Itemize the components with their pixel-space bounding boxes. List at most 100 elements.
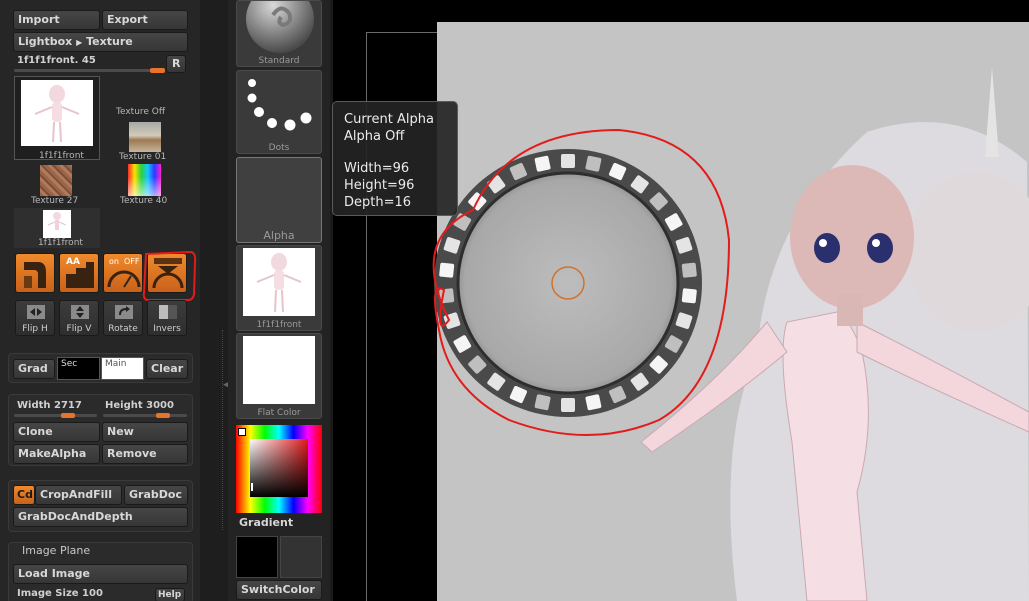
height-value: 3000 xyxy=(146,400,174,411)
current-alpha-tooltip: Current Alpha Alpha Off Width=96 Height=… xyxy=(332,101,458,216)
character-mini-icon xyxy=(47,212,67,230)
texture-mode-button[interactable] xyxy=(15,253,55,293)
on-off-toggle-button[interactable]: on OFF xyxy=(103,253,143,293)
texture-preview-image xyxy=(21,80,93,146)
primary-color-box[interactable] xyxy=(280,536,322,578)
alpha-option-icon[interactable] xyxy=(534,155,551,172)
remove-button[interactable]: Remove xyxy=(102,444,188,464)
alpha-ring-center[interactable] xyxy=(456,171,680,395)
alpha-option-icon[interactable] xyxy=(681,262,697,278)
divider-grip[interactable] xyxy=(222,330,226,530)
tooltip-width: Width=96 xyxy=(344,161,410,176)
color-picker-ring[interactable] xyxy=(236,425,322,513)
antialias-button[interactable]: AA xyxy=(59,253,99,293)
invert-icon xyxy=(159,305,177,319)
import-button[interactable]: Import xyxy=(13,10,100,30)
grabdocanddepth-button[interactable]: GrabDocAndDepth xyxy=(13,507,188,527)
texture-off-caption[interactable]: Texture Off xyxy=(116,107,165,117)
texture-slider-knob[interactable] xyxy=(150,68,165,73)
alpha-option-icon[interactable] xyxy=(585,394,602,411)
flat-color-swatch xyxy=(243,336,315,404)
image-plane-title[interactable]: Image Plane xyxy=(22,544,90,557)
rotate-icon xyxy=(115,305,133,319)
switchcolor-button[interactable]: SwitchColor xyxy=(236,580,322,600)
alpha-option-icon[interactable] xyxy=(681,288,697,304)
sec-label: Sec xyxy=(61,359,78,369)
alpha-caption: Alpha xyxy=(263,229,295,242)
gradient-label[interactable]: Gradient xyxy=(239,516,293,529)
tooltip-height: Height=96 xyxy=(344,178,415,193)
texture-slot-caption: 1f1f1front xyxy=(256,320,302,330)
reset-button[interactable]: R xyxy=(166,55,186,73)
arrow-right-icon: ▶ xyxy=(76,38,83,47)
alpha-ring-selector[interactable] xyxy=(429,120,809,460)
flip-v-caption: Flip V xyxy=(66,324,92,334)
texture-slider-track[interactable] xyxy=(14,69,164,72)
width-slider-track[interactable] xyxy=(14,414,97,417)
main-color-swatch[interactable]: Main xyxy=(101,357,144,380)
texture-history-thumb[interactable]: 1f1f1front xyxy=(14,208,100,248)
current-texture-thumb[interactable]: 1f1f1front xyxy=(14,76,100,160)
tooltip-state: Alpha Off xyxy=(344,129,405,144)
texture-mode-icon xyxy=(24,262,46,288)
material-caption: Flat Color xyxy=(257,408,301,418)
flip-h-button[interactable]: Flip H xyxy=(15,300,55,336)
grad-button[interactable]: Grad xyxy=(13,359,55,379)
height-slider-knob[interactable] xyxy=(155,413,170,418)
stroke-slot[interactable]: Dots xyxy=(236,70,322,154)
brush-caption: Standard xyxy=(258,56,300,66)
document-canvas[interactable] xyxy=(333,0,1029,601)
height-slider-track[interactable] xyxy=(103,414,187,417)
export-button[interactable]: Export xyxy=(102,10,188,30)
flip-v-icon xyxy=(71,305,89,319)
brush-palette: Standard Dots Alpha 1f1f1front Flat Colo… xyxy=(228,0,330,601)
hue-marker-icon[interactable] xyxy=(238,428,246,436)
grabdoc-button[interactable]: GrabDoc xyxy=(124,485,188,505)
off-label: OFF xyxy=(124,257,140,266)
alpha-slot[interactable]: Alpha xyxy=(236,157,322,243)
flip-v-button[interactable]: Flip V xyxy=(59,300,99,336)
texture-history-preview xyxy=(43,210,71,238)
red-annotation-box xyxy=(142,250,197,302)
height-field[interactable]: Height 3000 xyxy=(105,400,174,411)
texture-27-thumb[interactable] xyxy=(40,165,72,196)
color-picker-square[interactable] xyxy=(250,439,308,497)
invert-button[interactable]: Invers xyxy=(147,300,187,336)
secondary-color-box[interactable] xyxy=(236,536,278,578)
width-field[interactable]: Width 2717 xyxy=(17,400,82,411)
cropandfill-button[interactable]: CropAndFill xyxy=(35,485,122,505)
current-texture-name: 1f1f1front. 45 xyxy=(17,55,96,66)
new-button[interactable]: New xyxy=(102,422,188,442)
character-preview-icon xyxy=(256,253,302,313)
secondary-color-swatch[interactable]: Sec xyxy=(57,357,100,380)
cd-toggle[interactable]: Cd xyxy=(13,485,35,505)
invert-caption: Invers xyxy=(153,324,181,334)
makealpha-button[interactable]: MakeAlpha xyxy=(13,444,100,464)
help-button[interactable]: Help xyxy=(155,588,185,601)
brush-slot[interactable]: Standard xyxy=(236,0,322,67)
saturation-marker-icon[interactable] xyxy=(251,483,253,491)
texture-slot[interactable]: 1f1f1front xyxy=(236,245,322,331)
alpha-option-icon[interactable] xyxy=(561,154,575,168)
width-slider-knob[interactable] xyxy=(60,413,75,418)
character-preview-icon xyxy=(34,85,80,143)
alpha-option-icon[interactable] xyxy=(439,262,455,278)
texture-40-thumb[interactable] xyxy=(128,164,161,196)
clear-button[interactable]: Clear xyxy=(146,359,188,379)
stroke-caption: Dots xyxy=(268,143,290,153)
material-slot[interactable]: Flat Color xyxy=(236,333,322,419)
lightbox-texture-button[interactable]: Lightbox ▶ Texture xyxy=(13,32,188,52)
texture-01-thumb[interactable] xyxy=(129,122,161,152)
clone-button[interactable]: Clone xyxy=(13,422,100,442)
alpha-option-icon[interactable] xyxy=(534,394,551,411)
image-size-field[interactable]: Image Size 100 xyxy=(17,588,103,599)
main-label: Main xyxy=(105,359,127,369)
alpha-option-icon[interactable] xyxy=(561,398,575,412)
load-image-button[interactable]: Load Image xyxy=(13,564,188,584)
tooltip-depth: Depth=16 xyxy=(344,195,412,210)
on-label: on xyxy=(109,257,119,266)
thumb-caption: 1f1f1front xyxy=(38,238,83,248)
alpha-option-icon[interactable] xyxy=(585,155,602,172)
lightbox-target-label: Texture xyxy=(86,35,133,48)
rotate-button[interactable]: Rotate xyxy=(103,300,143,336)
